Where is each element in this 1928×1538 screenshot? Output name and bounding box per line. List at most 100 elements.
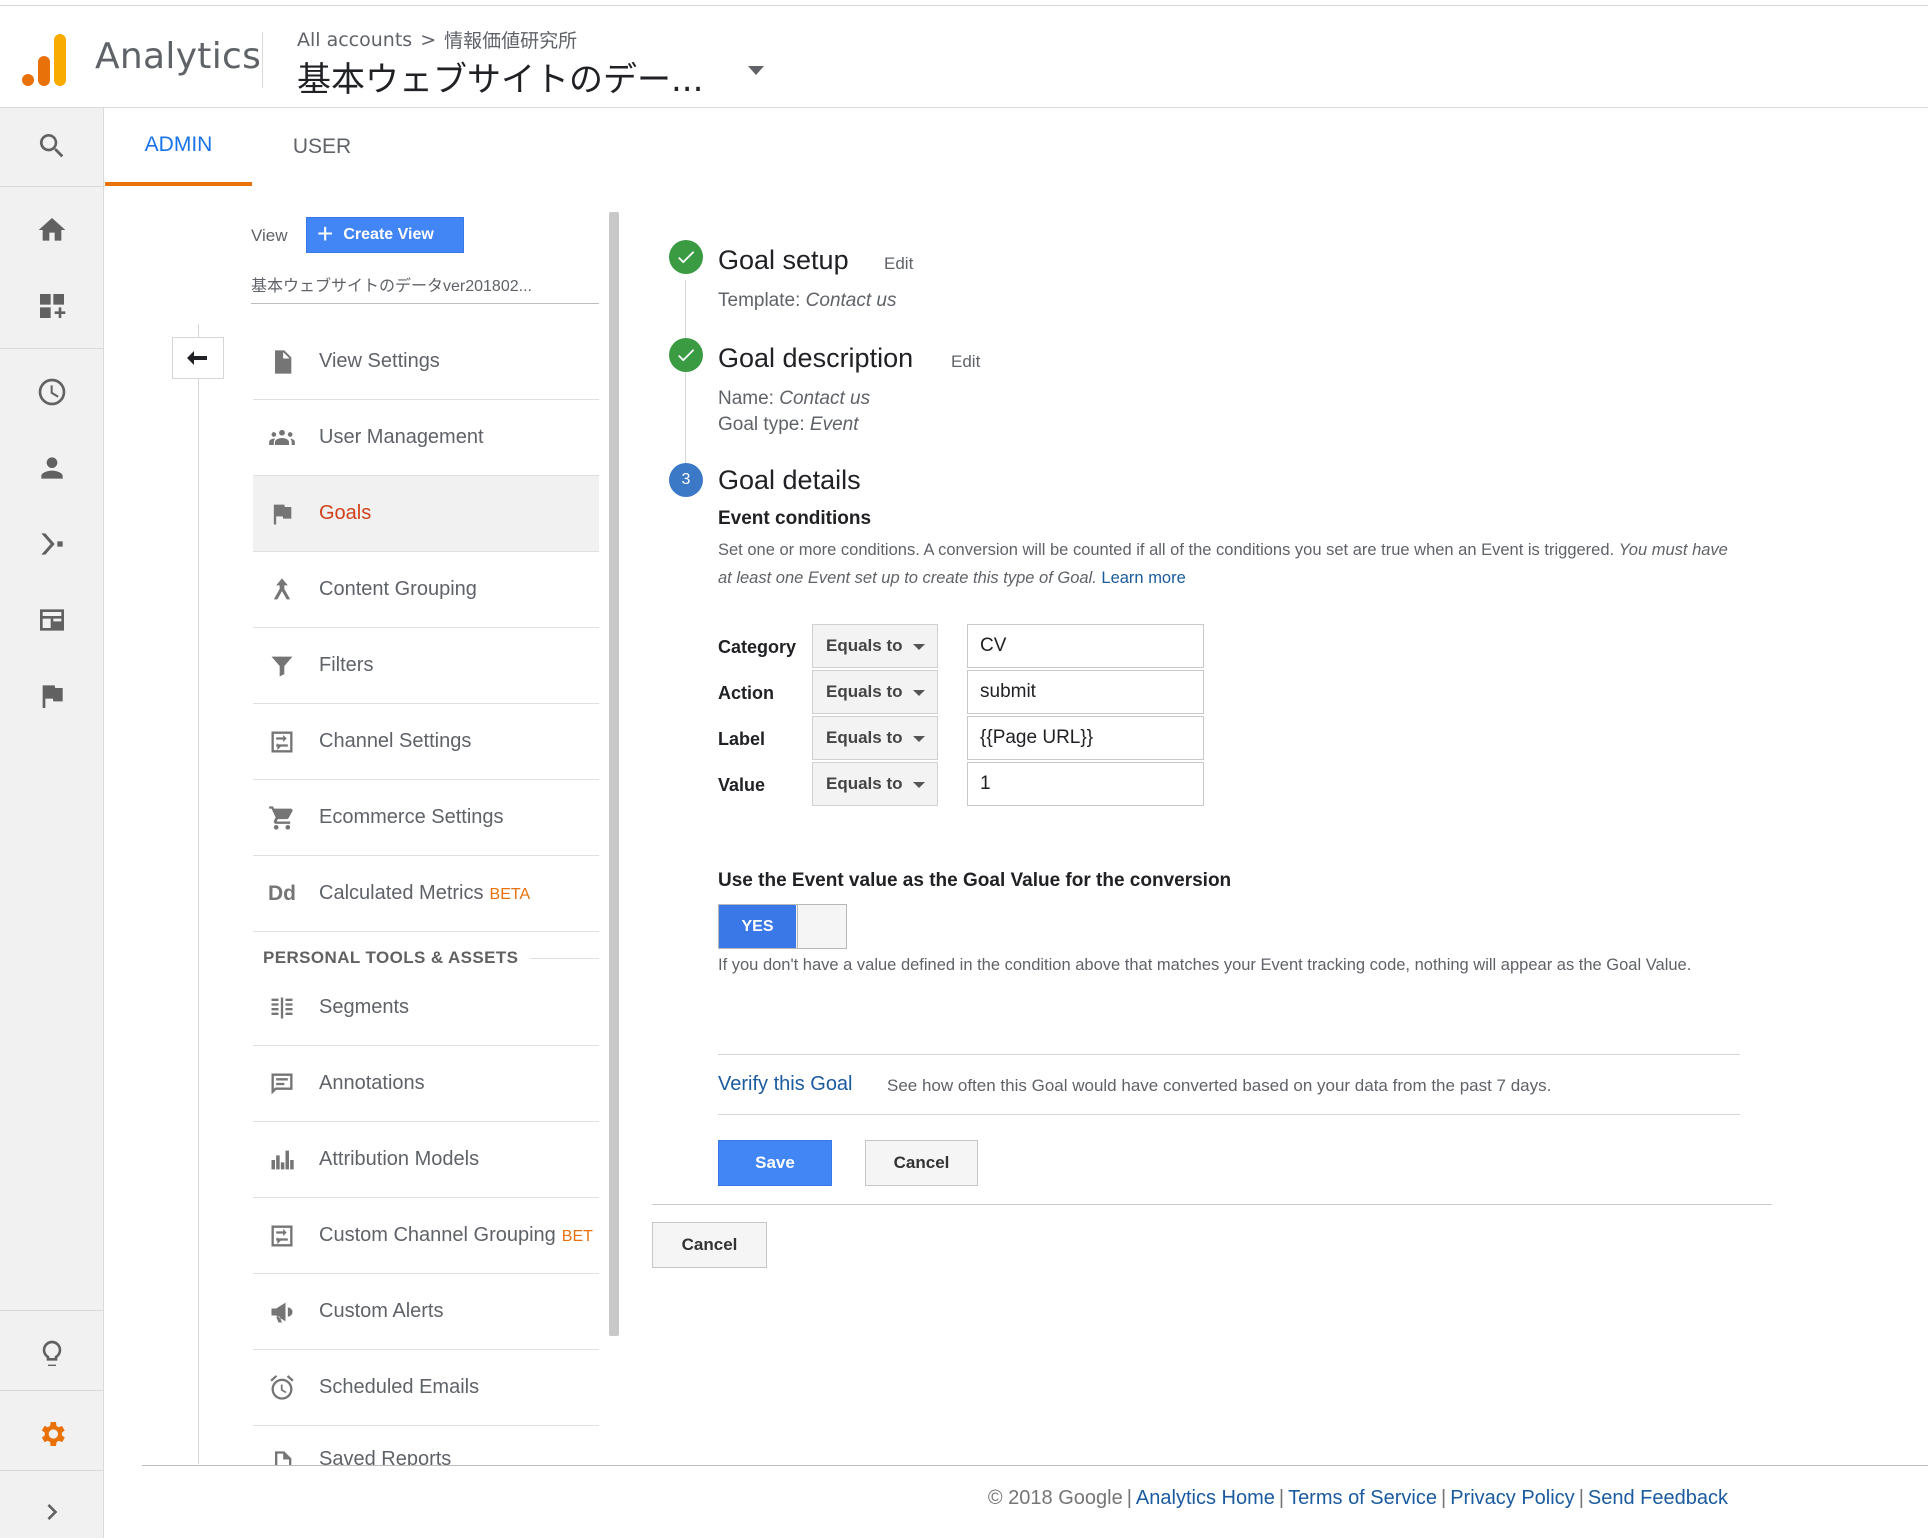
customization-icon[interactable] bbox=[0, 268, 104, 344]
cancel-goal-button[interactable]: Cancel bbox=[652, 1222, 767, 1268]
nav-label: User Management bbox=[319, 426, 484, 448]
nav-item-attribution-models[interactable]: Attribution Models bbox=[253, 1122, 599, 1198]
logo-bar-medium bbox=[38, 56, 50, 86]
create-view-label: Create View bbox=[343, 226, 434, 243]
label-operator-select[interactable]: Equals to bbox=[812, 716, 938, 760]
learn-more-link[interactable]: Learn more bbox=[1101, 569, 1185, 587]
verify-goal-link[interactable]: Verify this Goal bbox=[718, 1073, 853, 1096]
terms-of-service-link[interactable]: Terms of Service bbox=[1288, 1487, 1437, 1509]
breadcrumb-all-accounts[interactable]: All accounts bbox=[297, 29, 412, 51]
goal-setup-edit-link[interactable]: Edit bbox=[884, 254, 913, 274]
expand-chevron-right-icon[interactable] bbox=[0, 1474, 104, 1538]
value-operator-select[interactable]: Equals to bbox=[812, 762, 938, 806]
logo-bar-tall bbox=[54, 34, 66, 86]
nav-item-calculated-metrics[interactable]: Dd Calculated Metrics BETA bbox=[253, 856, 599, 932]
conversions-flag-icon[interactable] bbox=[0, 658, 104, 734]
chevron-down-icon[interactable] bbox=[748, 66, 764, 75]
action-operator-select[interactable]: Equals to bbox=[812, 670, 938, 714]
nav-label: Goals bbox=[319, 502, 372, 524]
search-icon[interactable] bbox=[0, 108, 104, 184]
nav-item-saved-reports[interactable]: Saved Reports bbox=[253, 1426, 599, 1465]
chevron-down-icon bbox=[913, 690, 925, 696]
template-value: Contact us bbox=[805, 290, 897, 311]
back-arrow-icon bbox=[187, 351, 207, 365]
label-value-input[interactable] bbox=[967, 716, 1204, 760]
nav-item-custom-alerts[interactable]: Custom Alerts bbox=[253, 1274, 599, 1350]
rail-divider bbox=[0, 1310, 104, 1311]
nav-item-custom-channel-grouping[interactable]: Custom Channel Grouping BET bbox=[253, 1198, 599, 1274]
behavior-icon[interactable] bbox=[0, 582, 104, 658]
value-value-input[interactable] bbox=[967, 762, 1204, 806]
breadcrumb-chevron-icon: > bbox=[420, 28, 437, 51]
nav-scrollbar[interactable] bbox=[609, 212, 619, 1336]
save-button[interactable]: Save bbox=[718, 1140, 832, 1186]
condition-label-category: Category bbox=[718, 637, 797, 657]
admin-gear-icon[interactable] bbox=[0, 1396, 104, 1472]
nav-item-channel-settings[interactable]: Channel Settings bbox=[253, 704, 599, 780]
goal-description-edit-link[interactable]: Edit bbox=[951, 352, 980, 372]
goal-name-value: Contact us bbox=[779, 388, 871, 409]
tab-user[interactable]: USER bbox=[252, 108, 392, 186]
template-label: Template: bbox=[718, 290, 801, 311]
app-name[interactable]: Analytics bbox=[95, 36, 261, 77]
operator-text: Equals to bbox=[826, 728, 903, 747]
use-event-value-toggle[interactable]: YES bbox=[718, 904, 847, 949]
footer-divider bbox=[142, 1465, 1928, 1466]
copyright: © 2018 Google bbox=[987, 1487, 1123, 1509]
nav-item-ecommerce-settings[interactable]: Ecommerce Settings bbox=[253, 780, 599, 856]
nav-item-view-settings[interactable]: View Settings bbox=[253, 324, 599, 400]
discover-lightbulb-icon[interactable] bbox=[0, 1316, 104, 1392]
audience-icon[interactable] bbox=[0, 430, 104, 506]
personal-tools-heading: PERSONAL TOOLS & ASSETS bbox=[263, 948, 519, 967]
nav-item-filters[interactable]: Filters bbox=[253, 628, 599, 704]
action-value-input[interactable] bbox=[967, 670, 1204, 714]
home-icon[interactable] bbox=[0, 192, 104, 268]
nav-label: Saved Reports bbox=[319, 1448, 452, 1465]
tab-admin[interactable]: ADMIN bbox=[105, 108, 252, 186]
nav-item-segments[interactable]: Segments bbox=[253, 970, 599, 1046]
verify-divider-top bbox=[718, 1054, 1740, 1055]
analytics-logo-icon[interactable] bbox=[22, 34, 66, 86]
content-grouping-icon bbox=[265, 575, 299, 605]
nav-label: Scheduled Emails bbox=[319, 1376, 480, 1398]
nav-item-user-management[interactable]: User Management bbox=[253, 400, 599, 476]
nav-label: Calculated Metrics BETA bbox=[319, 882, 530, 905]
nav-label: Attribution Models bbox=[319, 1148, 480, 1170]
use-event-value-title: Use the Event value as the Goal Value fo… bbox=[718, 870, 1232, 891]
operator-text: Equals to bbox=[826, 682, 903, 701]
view-selector-title[interactable]: 基本ウェブサイトのデー... bbox=[297, 52, 703, 101]
left-nav-rail bbox=[0, 108, 104, 1538]
template-line: Template: Contact us bbox=[718, 290, 896, 312]
nav-item-content-grouping[interactable]: Content Grouping bbox=[253, 552, 599, 628]
acquisition-icon[interactable] bbox=[0, 506, 104, 582]
rail-divider bbox=[0, 1470, 104, 1471]
back-arrow-button[interactable] bbox=[172, 337, 224, 379]
nav-item-goals[interactable]: Goals bbox=[253, 476, 599, 552]
category-value-input[interactable] bbox=[967, 624, 1204, 668]
beta-badge: BET bbox=[561, 1228, 593, 1245]
people-icon bbox=[265, 423, 299, 453]
cancel-step-button[interactable]: Cancel bbox=[865, 1140, 978, 1186]
create-view-button[interactable]: + Create View bbox=[306, 217, 464, 253]
analytics-home-link[interactable]: Analytics Home bbox=[1136, 1487, 1275, 1509]
privacy-policy-link[interactable]: Privacy Policy bbox=[1450, 1487, 1574, 1509]
category-operator-select[interactable]: Equals to bbox=[812, 624, 938, 668]
breadcrumb-property[interactable]: 情報価値研究所 bbox=[444, 26, 577, 53]
nav-label: Filters bbox=[319, 654, 374, 676]
nav-item-annotations[interactable]: Annotations bbox=[253, 1046, 599, 1122]
segments-icon bbox=[265, 993, 299, 1023]
rail-divider bbox=[0, 186, 104, 187]
operator-text: Equals to bbox=[826, 774, 903, 793]
dd-glyph: Dd bbox=[268, 881, 296, 905]
send-feedback-link[interactable]: Send Feedback bbox=[1588, 1487, 1728, 1509]
view-select-dropdown[interactable]: 基本ウェブサイトのデータver201802... bbox=[251, 266, 599, 304]
condition-label-value: Value bbox=[718, 775, 766, 795]
check-complete-icon bbox=[669, 240, 703, 274]
goal-name-label: Name: bbox=[718, 388, 774, 409]
realtime-icon[interactable] bbox=[0, 354, 104, 430]
nav-item-scheduled-emails[interactable]: Scheduled Emails bbox=[253, 1350, 599, 1426]
main-divider bbox=[652, 1204, 1772, 1205]
check-complete-icon bbox=[669, 338, 703, 372]
megaphone-icon bbox=[265, 1297, 299, 1327]
goal-type-label: Goal type: bbox=[718, 414, 805, 435]
